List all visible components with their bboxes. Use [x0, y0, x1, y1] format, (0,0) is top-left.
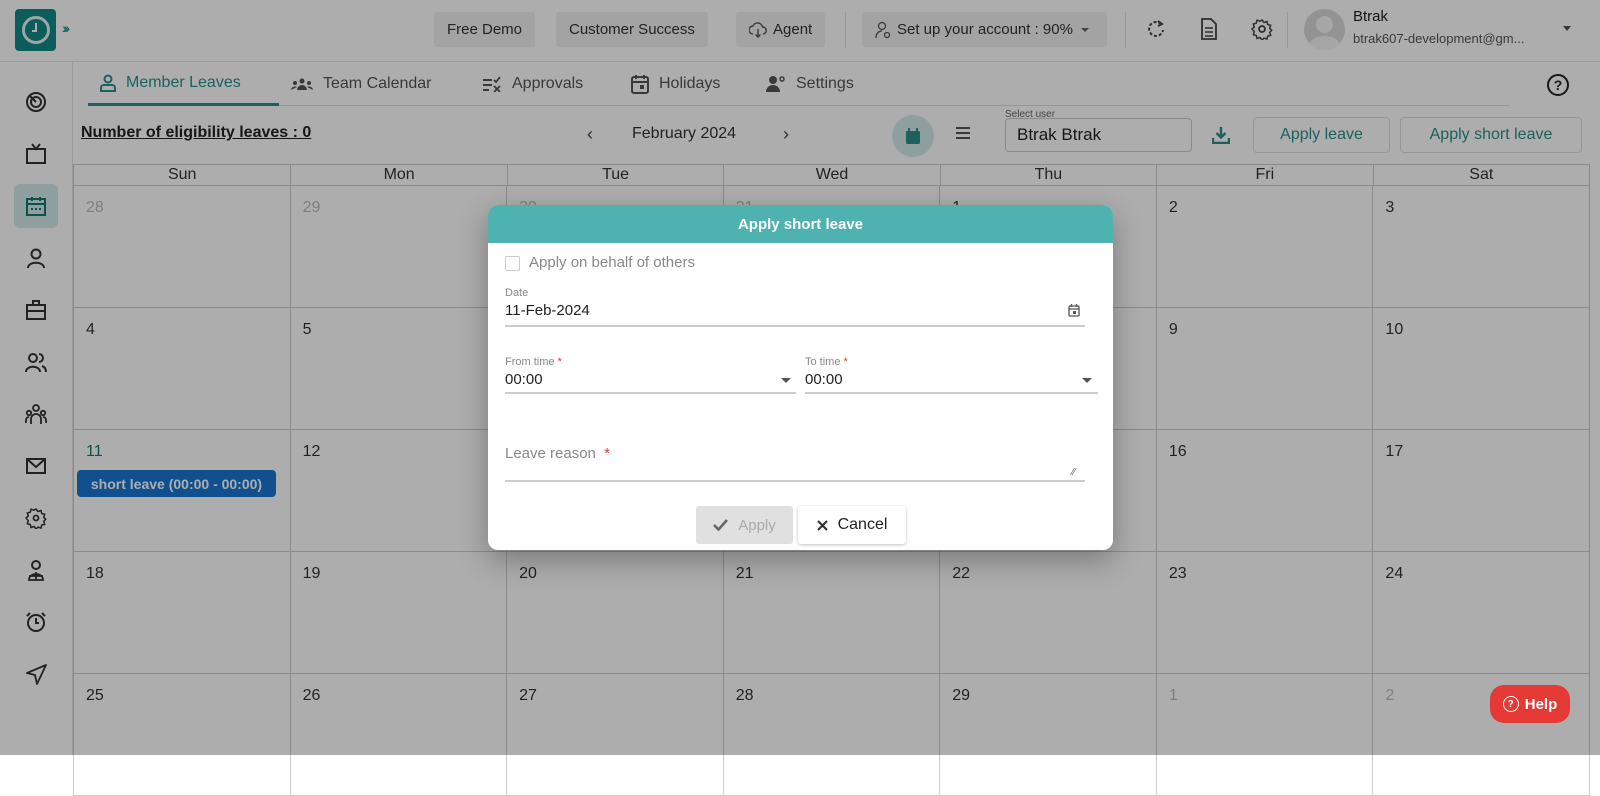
cancel-button[interactable]: Cancel: [798, 506, 906, 544]
leave-reason-underline: [505, 480, 1085, 482]
to-time-label: To time *: [805, 356, 848, 368]
date-field[interactable]: 11-Feb-2024: [505, 302, 590, 319]
apply-button[interactable]: Apply: [696, 506, 793, 544]
to-time-label-text: To time: [805, 356, 841, 368]
app: ››› Free Demo Customer Success Agent Set…: [0, 0, 1600, 796]
help-icon: ?: [1502, 696, 1519, 712]
help-label: Help: [1524, 695, 1558, 713]
apply-label: Apply: [738, 516, 776, 534]
chevron-down-icon[interactable]: [1082, 378, 1092, 383]
leave-reason-label-text: Leave reason: [505, 445, 596, 462]
date-underline: [505, 325, 1085, 327]
chevron-down-icon[interactable]: [781, 378, 791, 383]
close-icon: [816, 519, 828, 531]
to-time-underline: [805, 392, 1098, 394]
from-time-underline: [505, 392, 796, 394]
resize-handle-icon[interactable]: ⁄⁄: [1072, 467, 1075, 478]
from-time-select[interactable]: 00:00: [505, 371, 543, 388]
required-mark: *: [557, 356, 562, 368]
from-time-label: From time *: [505, 356, 562, 368]
apply-short-leave-dialog: Apply short leave Apply on behalf of oth…: [488, 205, 1113, 550]
behalf-checkbox-label[interactable]: Apply on behalf of others: [529, 254, 695, 271]
cancel-label: Cancel: [837, 516, 888, 533]
help-button[interactable]: ? Help: [1490, 685, 1570, 723]
date-label: Date: [505, 287, 529, 299]
required-mark: *: [843, 356, 848, 368]
check-icon: [713, 519, 729, 531]
to-time-select[interactable]: 00:00: [805, 371, 843, 388]
from-time-label-text: From time: [505, 356, 555, 368]
behalf-checkbox[interactable]: [505, 256, 520, 271]
calendar-picker-icon[interactable]: [1068, 304, 1080, 317]
leave-reason-label[interactable]: Leave reason *: [505, 445, 610, 462]
required-mark: *: [604, 445, 611, 462]
dialog-title: Apply short leave: [488, 205, 1113, 243]
